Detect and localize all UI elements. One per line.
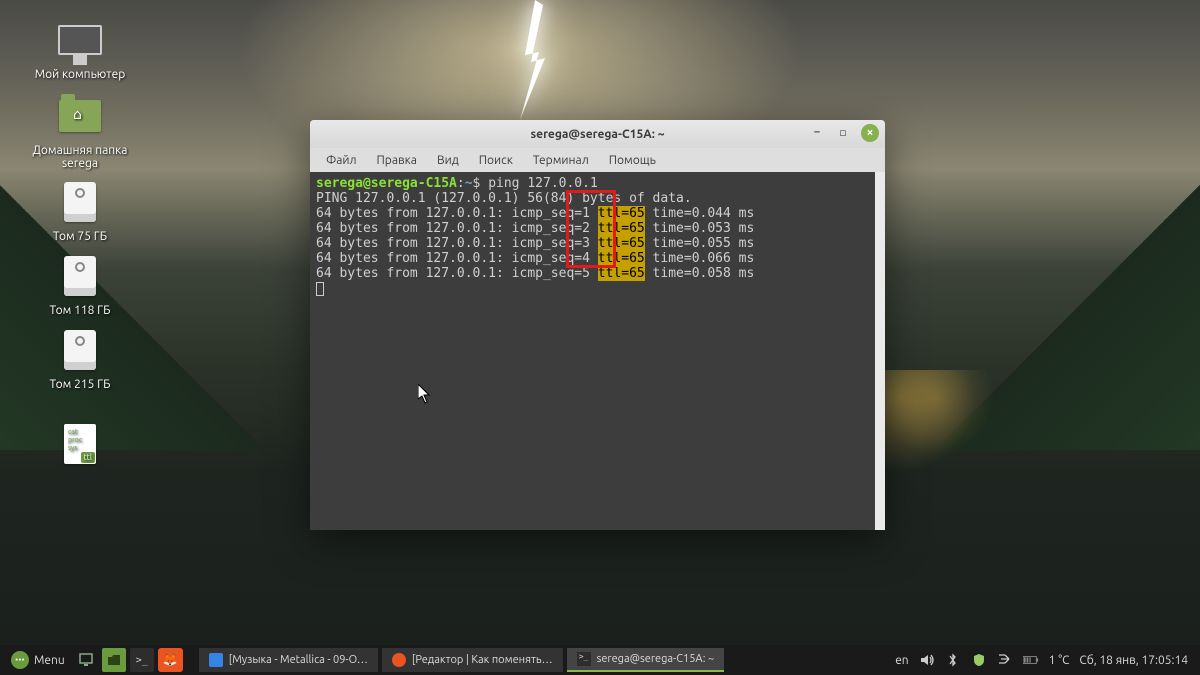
terminal-window[interactable]: serega@serega-C15A: ~ – ▫ × Файл Правка … [310, 120, 885, 530]
terminal-output: serega@serega-C15A:~$ ping 127.0.0.1PING… [316, 176, 879, 296]
window-title: serega@serega-C15A: ~ [531, 128, 665, 141]
monitor-icon [58, 25, 102, 55]
clock[interactable]: Сб, 18 янв, 17:05:14 [1079, 654, 1188, 667]
desktop-icon-my-computer[interactable]: Мой компьютер [20, 16, 140, 81]
menu-help[interactable]: Помощь [601, 152, 664, 169]
taskbar: ⋯ Menu >_ 🦊 [Музыка - Metallica - 09-O… … [0, 645, 1200, 675]
menu-view[interactable]: Вид [429, 152, 467, 169]
desktop-icon-volume-215[interactable]: Том 215 ГБ [20, 326, 140, 391]
close-button[interactable]: × [861, 124, 879, 142]
disk-icon [64, 256, 96, 296]
terminal-menubar: Файл Правка Вид Поиск Терминал Помощь [310, 148, 885, 172]
taskbar-item-label: serega@serega-C15A: ~ [597, 653, 715, 665]
desktop-icon-volume-118[interactable]: Том 118 ГБ [20, 252, 140, 317]
desktop-icon [79, 653, 93, 667]
menu-terminal[interactable]: Терминал [525, 152, 597, 169]
terminal-icon: >_ [577, 652, 591, 666]
icon-label: Мой компьютер [20, 68, 140, 81]
show-desktop-button[interactable] [74, 648, 98, 672]
battery-indicator-icon[interactable] [1023, 652, 1039, 668]
taskbar-item-music[interactable]: [Музыка - Metallica - 09-O… [199, 648, 378, 672]
menu-search[interactable]: Поиск [471, 152, 521, 169]
window-titlebar[interactable]: serega@serega-C15A: ~ – ▫ × [310, 120, 885, 148]
menu-edit[interactable]: Правка [369, 152, 425, 169]
files-launcher[interactable] [102, 648, 126, 672]
text-file-icon: catprocsys [64, 424, 96, 464]
taskbar-item-label: [Редактор | Как поменять… [412, 654, 553, 666]
disk-icon [64, 330, 96, 370]
taskbar-item-browser[interactable]: [Редактор | Как поменять… [382, 648, 563, 672]
taskbar-item-label: [Музыка - Metallica - 09-O… [229, 654, 368, 666]
minimize-button[interactable]: – [809, 124, 825, 140]
folder-icon [59, 100, 101, 132]
music-player-icon [209, 653, 223, 667]
disk-icon [64, 182, 96, 222]
terminal-launcher[interactable]: >_ [130, 648, 154, 672]
terminal-icon: >_ [136, 655, 148, 666]
folder-icon [107, 653, 121, 667]
network-icon[interactable] [997, 652, 1013, 668]
keyboard-layout-indicator[interactable]: en [895, 654, 908, 667]
volume-icon[interactable] [919, 652, 935, 668]
mint-logo-icon: ⋯ [11, 651, 29, 669]
terminal-scrollbar[interactable] [875, 172, 885, 530]
taskbar-item-terminal[interactable]: >_ serega@serega-C15A: ~ [567, 648, 725, 672]
firefox-icon [392, 653, 406, 667]
firefox-icon: 🦊 [163, 653, 178, 667]
desktop-icon-volume-75[interactable]: Том 75 ГБ [20, 178, 140, 243]
menu-button[interactable]: ⋯ Menu [6, 648, 70, 672]
terminal-viewport[interactable]: serega@serega-C15A:~$ ping 127.0.0.1PING… [310, 172, 885, 530]
shield-icon[interactable] [971, 652, 987, 668]
bluetooth-icon[interactable] [945, 652, 961, 668]
firefox-launcher[interactable]: 🦊 [158, 648, 183, 672]
icon-label: Том 75 ГБ [20, 230, 140, 243]
maximize-button[interactable]: ▫ [835, 124, 851, 140]
system-tray: en 1 °C Сб, 18 янв, 17:05:14 [895, 652, 1194, 668]
temperature-indicator[interactable]: 1 °C [1049, 654, 1070, 667]
icon-label: Том 215 ГБ [20, 378, 140, 391]
desktop-icon-ttl-file[interactable]: catprocsys [20, 420, 140, 472]
icon-label: Домашняя папка serega [20, 144, 140, 170]
icon-label: Том 118 ГБ [20, 304, 140, 317]
menu-file[interactable]: Файл [318, 152, 365, 169]
menu-label: Menu [34, 654, 65, 667]
desktop-icon-home-folder[interactable]: Домашняя папка serega [20, 92, 140, 170]
